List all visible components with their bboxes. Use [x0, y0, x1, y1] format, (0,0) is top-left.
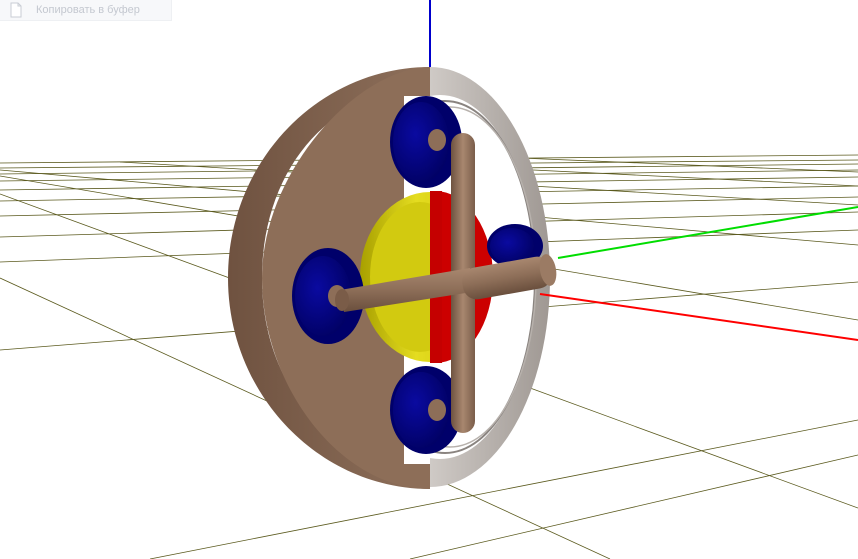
x-axis [539, 293, 858, 341]
copy-to-clipboard-label: Копировать в буфер [36, 4, 140, 16]
copy-to-clipboard-button[interactable]: Копировать в буфер [0, 0, 172, 21]
y-axis [557, 206, 858, 259]
3d-viewport[interactable] [0, 0, 858, 559]
document-icon [10, 2, 22, 18]
